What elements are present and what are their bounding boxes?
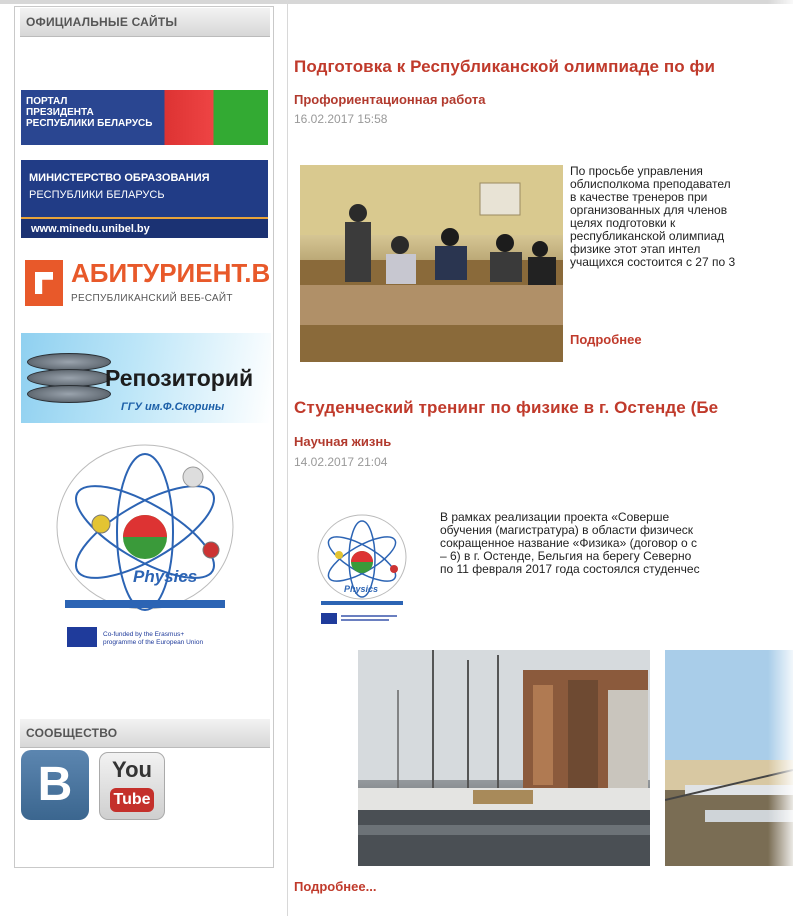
youtube-tube-text: Tube	[110, 788, 154, 812]
minedu-line1: МИНИСТЕРСТВО ОБРАЗОВАНИЯ	[29, 172, 210, 184]
abiturient-banner[interactable]: АБИТУРИЕНТ.BY РЕСПУБЛИКАНСКИЙ ВЕБ-САЙТ	[25, 252, 269, 314]
article-text-line: учащихся состоится с 27 по 3	[570, 255, 736, 269]
physics-project-logo: Physics	[313, 507, 411, 629]
article-body: По просьбе управления облисполкома препо…	[570, 165, 793, 315]
article-body: В рамках реализации проекта «Соверше обу…	[440, 511, 793, 591]
column-divider	[287, 0, 288, 916]
disk-icon	[27, 385, 111, 403]
article-photo[interactable]	[300, 165, 563, 362]
physics-label: Physics	[133, 567, 197, 586]
vk-button[interactable]: B	[21, 750, 89, 820]
article-date: 16.02.2017 15:58	[294, 112, 388, 126]
physics-small-label: Physics	[344, 584, 378, 594]
vk-icon: B	[37, 758, 73, 811]
article-title[interactable]: Студенческий тренинг по физике в г. Осте…	[294, 398, 718, 418]
sidebar: ОФИЦИАЛЬНЫЕ САЙТЫ ПОРТАЛ ПРЕЗИДЕНТА РЕСП…	[14, 6, 274, 868]
physics-caption1: Co-funded by the Erasmus+	[103, 631, 184, 638]
article-text-line: по 11 февраля 2017 года состоялся студен…	[440, 562, 700, 576]
youtube-you-text: You	[112, 757, 152, 782]
portal-line3: РЕСПУБЛИКИ БЕЛАРУСЬ	[26, 118, 153, 129]
abiturient-logo-icon	[25, 260, 63, 306]
minedu-url: www.minedu.unibel.by	[21, 217, 268, 238]
physics-project-banner[interactable]: Physics Co-funded by the Erasmus+ progra…	[45, 432, 245, 657]
physics-atom-logo: Physics Co-funded by the Erasmus+ progra…	[56, 444, 234, 647]
read-more-link[interactable]: Подробнее...	[294, 879, 376, 894]
youtube-button[interactable]: You Tube	[99, 752, 165, 820]
harbor-photo[interactable]	[358, 650, 650, 866]
minedu-line2: РЕСПУБЛИКИ БЕЛАРУСЬ	[29, 189, 165, 201]
article-category[interactable]: Научная жизнь	[294, 434, 391, 449]
portal-line2: ПРЕЗИДЕНТА	[26, 107, 94, 118]
official-sites-heading: ОФИЦИАЛЬНЫЕ САЙТЫ	[20, 8, 270, 37]
repository-banner[interactable]: Репозиторий ГГУ им.Ф.Скорины	[21, 333, 271, 423]
portal-line1: ПОРТАЛ	[26, 96, 68, 107]
repository-name: Репозиторий	[105, 365, 254, 391]
top-border	[0, 0, 793, 4]
article-category[interactable]: Профориентационная работа	[294, 92, 485, 107]
repository-subtitle: ГГУ им.Ф.Скорины	[121, 401, 225, 413]
article-title[interactable]: Подготовка к Республиканской олимпиаде п…	[294, 57, 715, 77]
beach-photo[interactable]	[665, 650, 793, 866]
read-more-link[interactable]: Подробнее	[570, 332, 642, 347]
president-portal-banner[interactable]: ПОРТАЛ ПРЕЗИДЕНТА РЕСПУБЛИКИ БЕЛАРУСЬ	[21, 90, 268, 145]
ministry-education-banner[interactable]: МИНИСТЕРСТВО ОБРАЗОВАНИЯ РЕСПУБЛИКИ БЕЛА…	[21, 160, 268, 238]
community-heading: СООБЩЕСТВО	[20, 719, 270, 748]
abiturient-subtitle: РЕСПУБЛИКАНСКИЙ ВЕБ-САЙТ	[71, 293, 233, 304]
article-date: 14.02.2017 21:04	[294, 455, 388, 469]
abiturient-name: АБИТУРИЕНТ.BY	[71, 258, 269, 288]
physics-caption2: programme of the European Union	[103, 639, 203, 646]
